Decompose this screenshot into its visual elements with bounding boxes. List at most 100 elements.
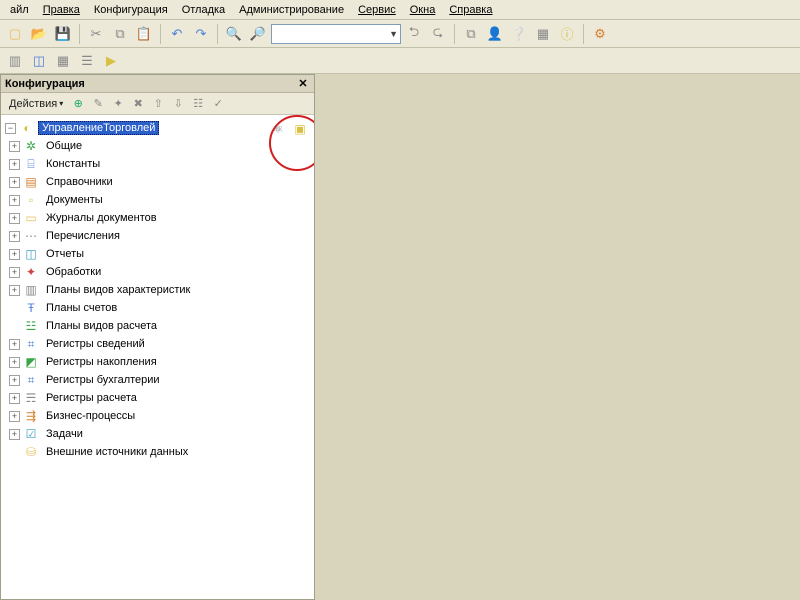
- menu-config[interactable]: Конфигурация: [88, 2, 174, 18]
- tree-item[interactable]: +▤Справочники: [3, 173, 312, 191]
- tree-item[interactable]: +☑Задачи: [3, 425, 312, 443]
- undo-icon[interactable]: ↶: [166, 23, 188, 45]
- tree-item-label[interactable]: Регистры бухгалтерии: [42, 373, 164, 387]
- expander-icon[interactable]: +: [9, 411, 20, 422]
- tree-item-label[interactable]: Задачи: [42, 427, 87, 441]
- paste-icon[interactable]: 📋: [133, 23, 155, 45]
- menu-help[interactable]: Справка: [443, 2, 498, 18]
- save-icon[interactable]: 💾: [52, 23, 74, 45]
- tree-item-label[interactable]: Регистры расчета: [42, 391, 141, 405]
- tree-float-cube-icon[interactable]: ▣: [292, 121, 308, 137]
- menu-admin[interactable]: Администрирование: [233, 2, 350, 18]
- expander-icon[interactable]: +: [9, 249, 20, 260]
- copy-icon[interactable]: ⧉: [109, 23, 131, 45]
- down-icon[interactable]: ⇩: [169, 95, 187, 113]
- expander-icon[interactable]: +: [9, 177, 20, 188]
- play-menu-icon[interactable]: ▶: [100, 50, 122, 72]
- expander-icon[interactable]: +: [9, 429, 20, 440]
- tree-item-label[interactable]: Регистры накопления: [42, 355, 161, 369]
- tree-root-label[interactable]: УправлениеТорговлей: [38, 121, 159, 135]
- tree-item-label[interactable]: Бизнес-процессы: [42, 409, 139, 423]
- tree-item[interactable]: +⇶Бизнес-процессы: [3, 407, 312, 425]
- tree-item[interactable]: +✦Обработки: [3, 263, 312, 281]
- tree-item-label[interactable]: Обработки: [42, 265, 105, 279]
- workspace: Конфигурация ✕ Действия ▾ ⊕ ✎ ✦ ✖ ⇧ ⇩ ☷ …: [0, 74, 800, 600]
- tree-item[interactable]: +⋯Перечисления: [3, 227, 312, 245]
- tree-item[interactable]: +☴Регистры расчета: [3, 389, 312, 407]
- module-icon[interactable]: ▦: [532, 23, 554, 45]
- tree-item[interactable]: +⌗Регистры сведений: [3, 335, 312, 353]
- tree-root-row[interactable]: − ◐ УправлениеТорговлей: [3, 119, 312, 137]
- sql-icon[interactable]: ▥: [4, 50, 26, 72]
- tree-item[interactable]: +◩Регистры накопления: [3, 353, 312, 371]
- edit-icon[interactable]: ✎: [89, 95, 107, 113]
- expander-icon[interactable]: +: [9, 339, 20, 350]
- tree-item[interactable]: +◫Отчеты: [3, 245, 312, 263]
- tree-item[interactable]: ŦПланы счетов: [3, 299, 312, 317]
- actions-menu[interactable]: Действия ▾: [5, 96, 67, 112]
- expander-icon[interactable]: +: [9, 195, 20, 206]
- delete-icon[interactable]: ✖: [129, 95, 147, 113]
- zoom-icon[interactable]: 🔎: [247, 23, 269, 45]
- info-icon[interactable]: ⓘ: [556, 23, 578, 45]
- menu-file[interactable]: айл: [4, 2, 35, 18]
- cut-icon[interactable]: ✂: [85, 23, 107, 45]
- tree-item[interactable]: +⌗Регистры бухгалтерии: [3, 371, 312, 389]
- tree-item-label[interactable]: Константы: [42, 157, 104, 171]
- expander-icon[interactable]: +: [9, 141, 20, 152]
- expander-icon[interactable]: +: [9, 357, 20, 368]
- tree-item[interactable]: ☳Планы видов расчета: [3, 317, 312, 335]
- up-icon[interactable]: ⇧: [149, 95, 167, 113]
- tree-item[interactable]: +⌸Константы: [3, 155, 312, 173]
- tree-item-label[interactable]: Справочники: [42, 175, 117, 189]
- menu-edit[interactable]: Правка: [37, 2, 86, 18]
- add-icon[interactable]: ⊕: [69, 95, 87, 113]
- tree-icon[interactable]: ☰: [76, 50, 98, 72]
- step-prev-icon[interactable]: ⮌: [403, 23, 425, 45]
- expander-icon[interactable]: +: [9, 375, 20, 386]
- tree-item[interactable]: +✲Общие: [3, 137, 312, 155]
- sort-icon[interactable]: ☷: [189, 95, 207, 113]
- redo-icon[interactable]: ↷: [190, 23, 212, 45]
- menu-service[interactable]: Сервис: [352, 2, 402, 18]
- close-icon[interactable]: ✕: [296, 77, 310, 91]
- expander-icon[interactable]: +: [9, 267, 20, 278]
- task-icon: ☑: [23, 426, 39, 442]
- tree-item[interactable]: ⛁Внешние источники данных: [3, 443, 312, 461]
- expander-icon[interactable]: +: [9, 393, 20, 404]
- tree-item-label[interactable]: Планы видов расчета: [42, 319, 161, 333]
- tree-item-label[interactable]: Отчеты: [42, 247, 88, 261]
- tree-item[interactable]: +▫Документы: [3, 191, 312, 209]
- tree-item-label[interactable]: Внешние источники данных: [42, 445, 192, 459]
- tree-item-label[interactable]: Планы счетов: [42, 301, 121, 315]
- expander-icon[interactable]: +: [9, 285, 20, 296]
- wand-icon[interactable]: ✦: [109, 95, 127, 113]
- step-next-icon[interactable]: ⮎: [427, 23, 449, 45]
- menu-windows[interactable]: Окна: [404, 2, 442, 18]
- config-warn-icon[interactable]: ⚙: [589, 23, 611, 45]
- expander-icon[interactable]: −: [5, 123, 16, 134]
- grid-icon[interactable]: ▦: [52, 50, 74, 72]
- menu-debug[interactable]: Отладка: [176, 2, 231, 18]
- expander-icon[interactable]: +: [9, 213, 20, 224]
- tree-item-label[interactable]: Планы видов характеристик: [42, 283, 194, 297]
- open-file-icon[interactable]: 📂: [28, 23, 50, 45]
- expander-icon[interactable]: +: [9, 159, 20, 170]
- expander-icon[interactable]: +: [9, 231, 20, 242]
- tree-item-label[interactable]: Общие: [42, 139, 86, 153]
- filter-icon[interactable]: ✓: [209, 95, 227, 113]
- find-icon[interactable]: 🔍: [223, 23, 245, 45]
- tree-item[interactable]: +▭Журналы документов: [3, 209, 312, 227]
- app-icon[interactable]: ◫: [28, 50, 50, 72]
- tree-item[interactable]: +▥Планы видов характеристик: [3, 281, 312, 299]
- tree-item-label[interactable]: Журналы документов: [42, 211, 161, 225]
- copy-obj-icon[interactable]: ⧉: [460, 23, 482, 45]
- tree-item-label[interactable]: Регистры сведений: [42, 337, 149, 351]
- tree-item-label[interactable]: Перечисления: [42, 229, 124, 243]
- tree-item-label[interactable]: Документы: [42, 193, 107, 207]
- new-file-icon[interactable]: ▢: [4, 23, 26, 45]
- help-q-icon[interactable]: ❔: [508, 23, 530, 45]
- tree-float-struct-icon[interactable]: ⚛: [270, 121, 286, 137]
- run-user-icon[interactable]: 👤: [484, 23, 506, 45]
- search-combo[interactable]: ▼: [271, 24, 401, 44]
